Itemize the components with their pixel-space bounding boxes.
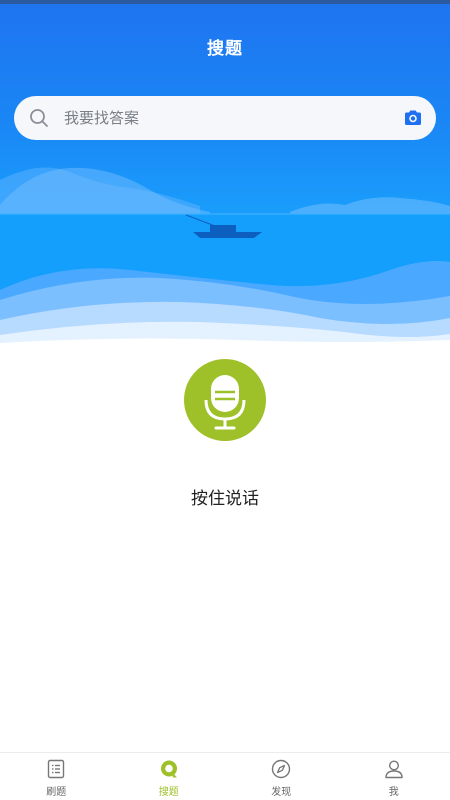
tab-me[interactable]: 我: [338, 753, 450, 800]
tab-search[interactable]: 搜题: [113, 753, 226, 800]
tab-label: 发现: [271, 787, 292, 798]
microphone-icon: [204, 375, 246, 430]
hero-banner: 搜题: [0, 0, 450, 345]
bottom-tab-bar: 刷题 搜题 发现 我: [0, 752, 450, 800]
voice-record-button[interactable]: [184, 359, 266, 441]
list-icon: [48, 759, 65, 779]
tab-label: 我: [388, 787, 399, 798]
tab-label: 刷题: [46, 787, 67, 798]
search-q-icon: [160, 760, 177, 778]
camera-icon[interactable]: [402, 107, 424, 129]
search-icon: [30, 109, 48, 127]
tab-discover[interactable]: 发现: [225, 753, 338, 800]
search-bar[interactable]: [14, 96, 436, 140]
tab-practice[interactable]: 刷题: [0, 753, 113, 800]
tab-label: 搜题: [158, 787, 179, 798]
voice-hint-label: 按住说话: [191, 489, 259, 509]
user-icon: [385, 760, 403, 779]
page-title: 搜题: [207, 39, 243, 59]
search-input[interactable]: [64, 96, 384, 140]
compass-icon: [272, 759, 291, 779]
